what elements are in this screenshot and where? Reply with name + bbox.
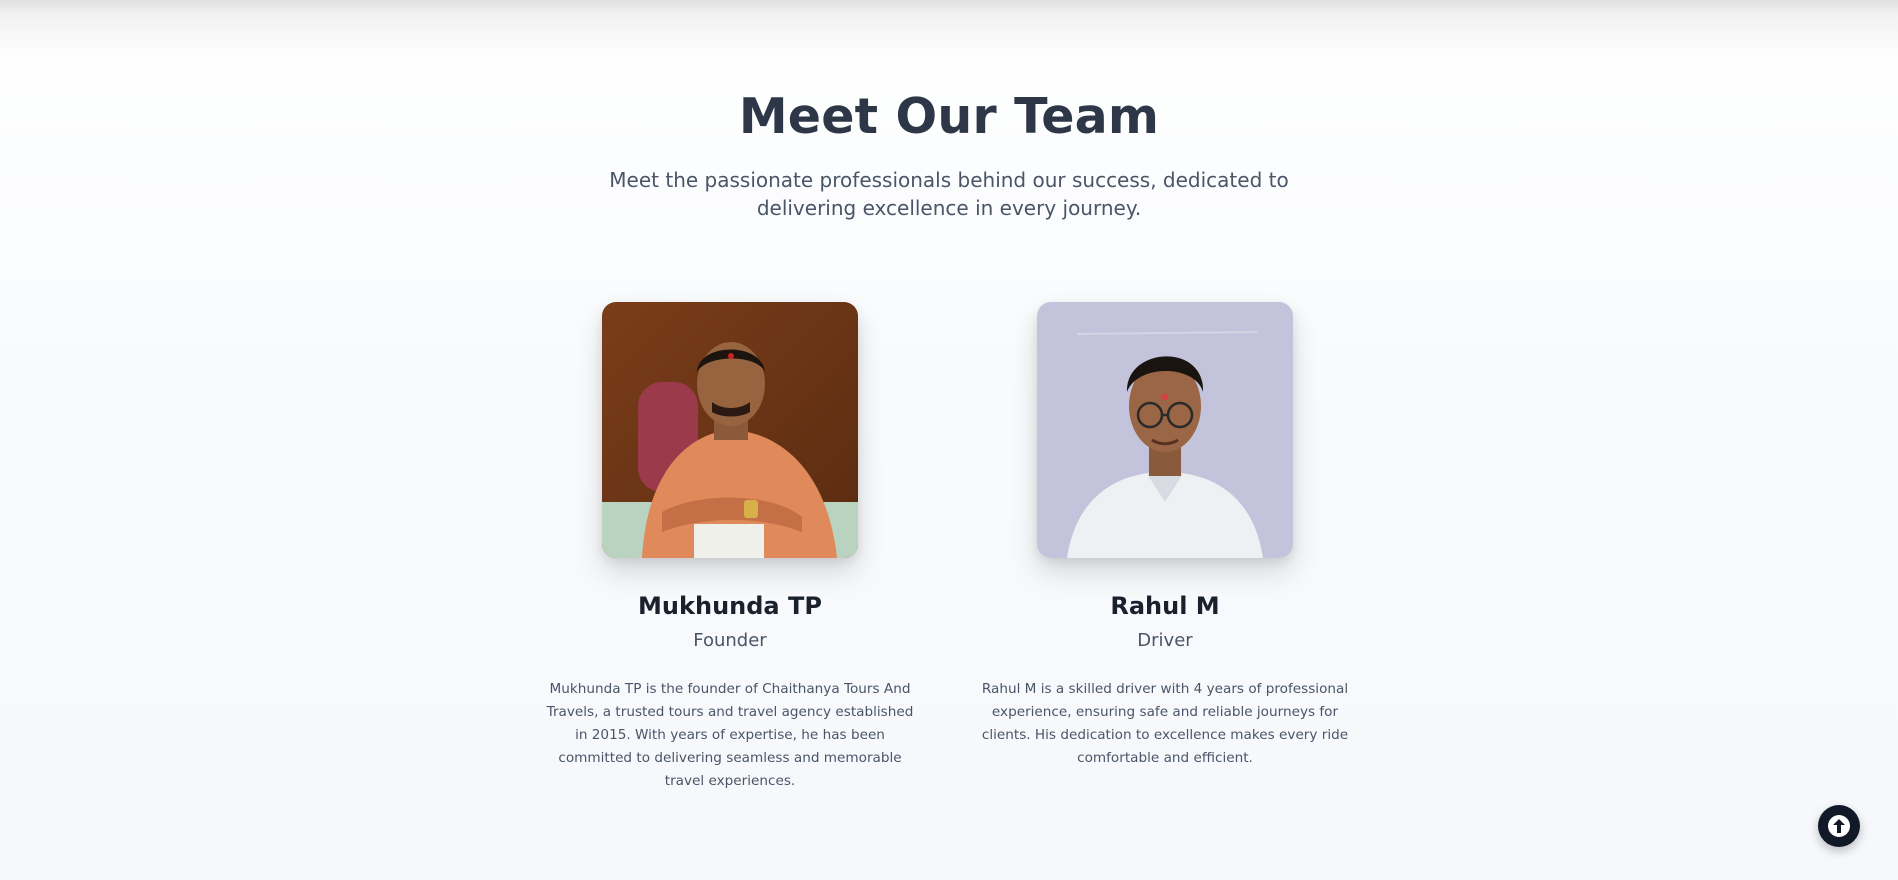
section-title: Meet Our Team — [738, 88, 1160, 145]
team-card-mukhunda: Mukhunda TP Founder Mukhunda TP is the f… — [540, 302, 920, 793]
team-member-name: Rahul M — [1110, 592, 1220, 620]
team-member-role: Founder — [693, 630, 767, 651]
team-member-bio: Rahul M is a skilled driver with 4 years… — [981, 681, 1349, 766]
scroll-to-top-button[interactable] — [1818, 805, 1860, 847]
arrow-up-circle-icon — [1828, 815, 1850, 837]
team-photo-rahul — [1037, 302, 1293, 558]
team-card-rahul: Rahul M Driver Rahul M is a skilled driv… — [975, 302, 1355, 770]
team-photo-mukhunda — [602, 302, 858, 558]
team-member-bio: Mukhunda TP is the founder of Chaithanya… — [546, 681, 914, 789]
section-subtitle: Meet the passionate professionals behind… — [609, 168, 1289, 220]
team-member-role: Driver — [1137, 630, 1193, 651]
team-member-name: Mukhunda TP — [638, 592, 822, 620]
header-shadow — [0, 0, 1898, 60]
